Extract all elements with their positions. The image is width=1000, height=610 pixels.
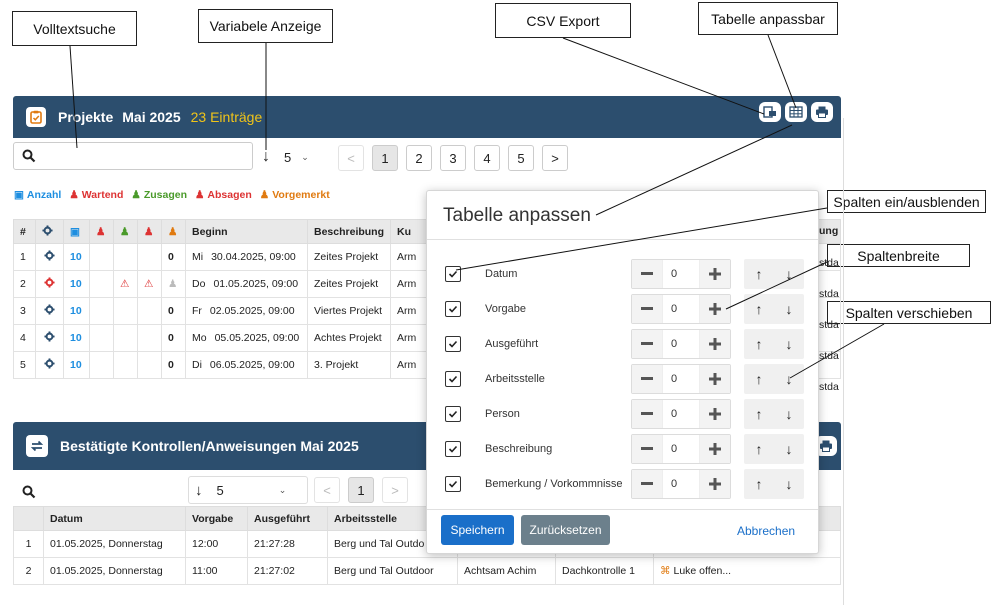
cell-fragment: stda xyxy=(819,350,839,362)
cell-fragment: stda xyxy=(819,381,839,393)
col-header-fragment: ung xyxy=(819,225,839,237)
cell-fragment: stda xyxy=(819,288,839,300)
cell-fragment: stda xyxy=(819,257,839,269)
cell-fragment: stda xyxy=(819,319,839,331)
callout-lines xyxy=(69,34,885,379)
